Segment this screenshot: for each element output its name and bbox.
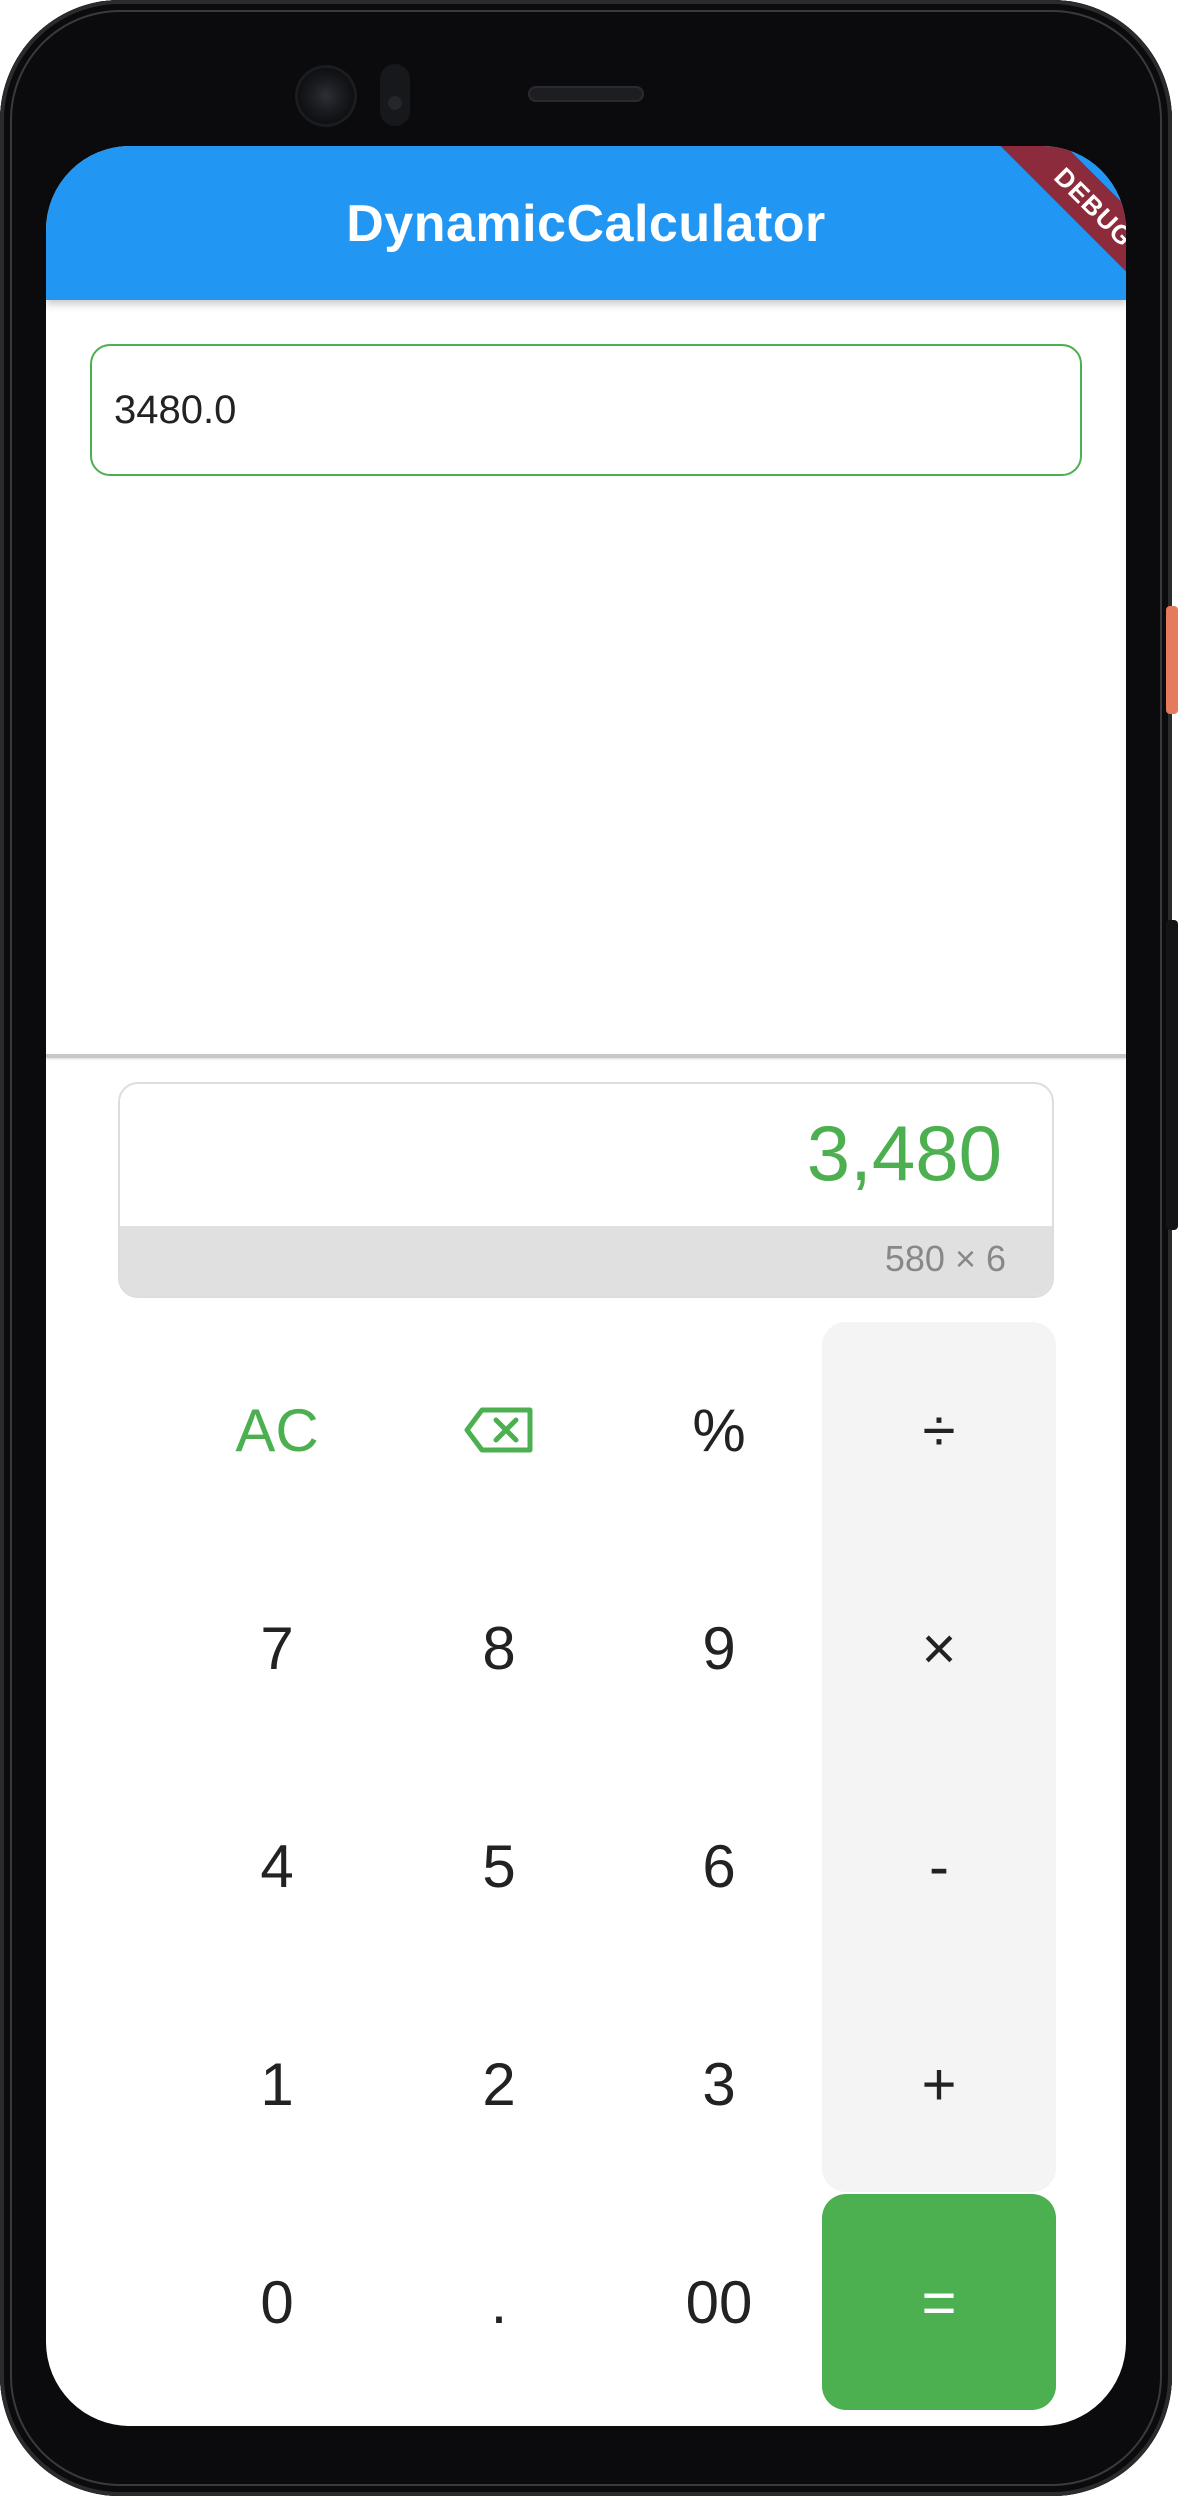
digit-1-label: 1 bbox=[260, 2050, 294, 2118]
result-display: 3,480 580 × 6 bbox=[118, 1082, 1054, 1298]
divide-button[interactable]: ÷ bbox=[822, 1322, 1056, 1538]
app-title: DynamicCalculator bbox=[346, 195, 826, 253]
result-value: 3,480 bbox=[806, 1109, 1002, 1197]
digit-8-button[interactable]: 8 bbox=[382, 1540, 616, 1756]
equals-button[interactable]: = bbox=[822, 2194, 1056, 2410]
digit-3-button[interactable]: 3 bbox=[602, 1976, 836, 2192]
double-zero-button[interactable]: 00 bbox=[602, 2194, 836, 2410]
app-bar: DynamicCalculator DEBUG bbox=[46, 146, 1126, 309]
expression-text: 580 × 6 bbox=[884, 1238, 1006, 1279]
percent-button[interactable]: % bbox=[602, 1322, 836, 1538]
digit-6-button[interactable]: 6 bbox=[602, 1758, 836, 1974]
digit-3-label: 3 bbox=[702, 2050, 736, 2118]
digit-6-label: 6 bbox=[702, 1832, 736, 1900]
digit-2-label: 2 bbox=[482, 2050, 516, 2118]
earpiece-speaker bbox=[528, 86, 644, 102]
volume-button[interactable] bbox=[1166, 920, 1178, 1230]
digit-1-button[interactable]: 1 bbox=[160, 1976, 394, 2192]
decimal-button[interactable]: . bbox=[382, 2194, 616, 2410]
backspace-button[interactable] bbox=[382, 1322, 616, 1538]
digit-9-button[interactable]: 9 bbox=[602, 1540, 836, 1756]
add-button[interactable]: + bbox=[822, 1976, 1056, 2192]
multiply-button[interactable]: × bbox=[822, 1540, 1056, 1756]
clear-label: AC bbox=[235, 1396, 319, 1464]
subtract-button[interactable]: - bbox=[822, 1758, 1056, 1974]
add-label: + bbox=[921, 2050, 957, 2118]
divide-label: ÷ bbox=[922, 1396, 956, 1464]
app-screen: DynamicCalculator DEBUG 3480.0 3,480 580… bbox=[46, 146, 1126, 2426]
equals-label: = bbox=[921, 2268, 957, 2336]
digit-5-label: 5 bbox=[482, 1832, 516, 1900]
digit-7-button[interactable]: 7 bbox=[160, 1540, 394, 1756]
panel-divider bbox=[46, 1054, 1126, 1058]
subtract-label: - bbox=[929, 1832, 949, 1900]
expression-bar: 580 × 6 bbox=[120, 1226, 1052, 1296]
decimal-label: . bbox=[490, 2268, 508, 2336]
front-camera bbox=[298, 68, 354, 124]
backspace-icon bbox=[464, 1407, 534, 1453]
digit-9-label: 9 bbox=[702, 1614, 736, 1682]
digit-4-label: 4 bbox=[260, 1832, 294, 1900]
clear-button[interactable]: AC bbox=[160, 1322, 394, 1538]
digit-7-label: 7 bbox=[260, 1614, 294, 1682]
multiply-label: × bbox=[921, 1614, 957, 1682]
proximity-sensor bbox=[380, 64, 410, 126]
power-button[interactable] bbox=[1166, 606, 1178, 714]
digit-2-button[interactable]: 2 bbox=[382, 1976, 616, 2192]
digit-5-button[interactable]: 5 bbox=[382, 1758, 616, 1974]
digit-0-label: 0 bbox=[260, 2268, 294, 2336]
phone-frame: DynamicCalculator DEBUG 3480.0 3,480 580… bbox=[0, 0, 1178, 2498]
digit-0-button[interactable]: 0 bbox=[160, 2194, 394, 2410]
digit-8-label: 8 bbox=[482, 1614, 516, 1682]
double-zero-label: 00 bbox=[685, 2268, 753, 2336]
digit-4-button[interactable]: 4 bbox=[160, 1758, 394, 1974]
expression-input[interactable]: 3480.0 bbox=[90, 344, 1082, 476]
percent-label: % bbox=[692, 1396, 746, 1464]
